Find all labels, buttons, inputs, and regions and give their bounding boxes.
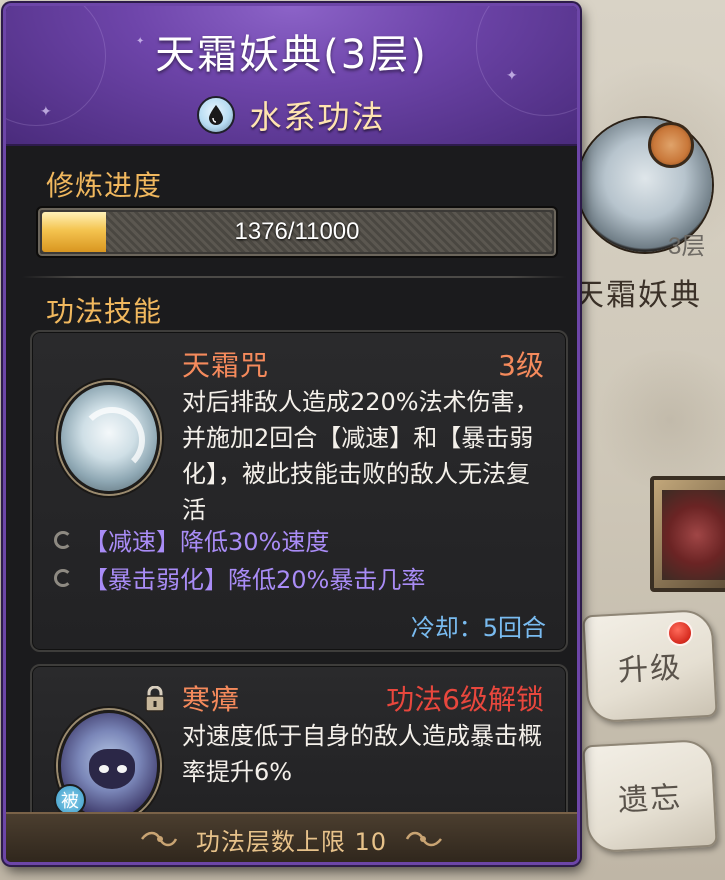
miasma-eye (117, 765, 127, 773)
lock-icon (145, 686, 165, 712)
skill-description: 对速度低于自身的敌人造成暴击概率提升6% (182, 722, 542, 786)
skill-name: 寒瘴 (182, 683, 241, 716)
technique-title: 天霜妖典(3层) (155, 32, 428, 78)
notification-dot (667, 620, 693, 646)
cultivation-progress-bar: 1376/11000 (36, 206, 558, 258)
footer-ornament-icon (140, 831, 178, 847)
layer-cap-footer: 功法层数上限 10 (6, 812, 577, 862)
miasma-face (89, 749, 135, 789)
skill-name: 天霜咒 (182, 349, 270, 382)
skill-card-frost-curse[interactable]: 天霜咒 3级 对后排敌人造成220%法术伤害，并施加2回合【减速】和【暴击弱化】… (30, 330, 568, 652)
swirl-icon (54, 530, 72, 549)
emblem-name-text: 天霜妖典 (574, 278, 702, 313)
element-label: 水系功法 (249, 98, 386, 136)
emblem-layer-text: 3层 (668, 233, 706, 260)
miasma-eye (99, 765, 109, 773)
skill-description: 对后排敌人造成220%法术伤害，并施加2回合【减速】和【暴击弱化】，被此技能击败… (182, 388, 539, 524)
footer-ornament-icon (405, 831, 443, 847)
swap-icon[interactable] (648, 122, 694, 168)
skill-unlock-requirement: 功法6级解锁 (386, 683, 544, 716)
skill-level: 3级 (498, 349, 544, 382)
progress-label: 修炼进度 (46, 169, 163, 202)
forget-button[interactable]: 遗忘 (582, 738, 718, 854)
effect-crit-weaken: 【暴击弱化】降低20%暴击几率 (54, 560, 425, 595)
swirl-icon (54, 568, 72, 587)
effect-text: 【暴击弱化】降低20%暴击几率 (84, 566, 426, 594)
element-row: 水系功法 (6, 92, 577, 138)
skill-frost-icon (58, 382, 160, 494)
skill-card-cold-miasma[interactable]: 被 寒瘴 功法6级解锁 对速度低于自身的敌人造成暴击概率提升6% (30, 664, 568, 824)
technique-detail-panel: ✦ ✦ ✦ 天霜妖典(3层) 水系功法 修炼进度 1376/11000 功法技能… (3, 3, 580, 865)
panel-header: ✦ ✦ ✦ 天霜妖典(3层) 水系功法 (6, 6, 577, 146)
ink-splash (590, 350, 725, 490)
upgrade-button[interactable]: 升级 (582, 608, 718, 724)
effect-text: 【减速】降低30%速度 (84, 528, 330, 556)
effect-slow: 【减速】降低30%速度 (54, 522, 329, 557)
water-drop-icon (197, 96, 236, 134)
skill-cooldown: 冷却：5回合 (410, 614, 546, 642)
artifact-image (662, 490, 725, 580)
upgrade-button-label: 升级 (617, 650, 684, 689)
skills-label: 功法技能 (46, 295, 163, 328)
progress-text: 1376/11000 (234, 218, 360, 245)
frost-swirl (79, 407, 145, 473)
layer-cap-text: 功法层数上限 10 (195, 827, 388, 856)
forget-button-label: 遗忘 (617, 780, 684, 819)
section-divider (22, 276, 566, 278)
